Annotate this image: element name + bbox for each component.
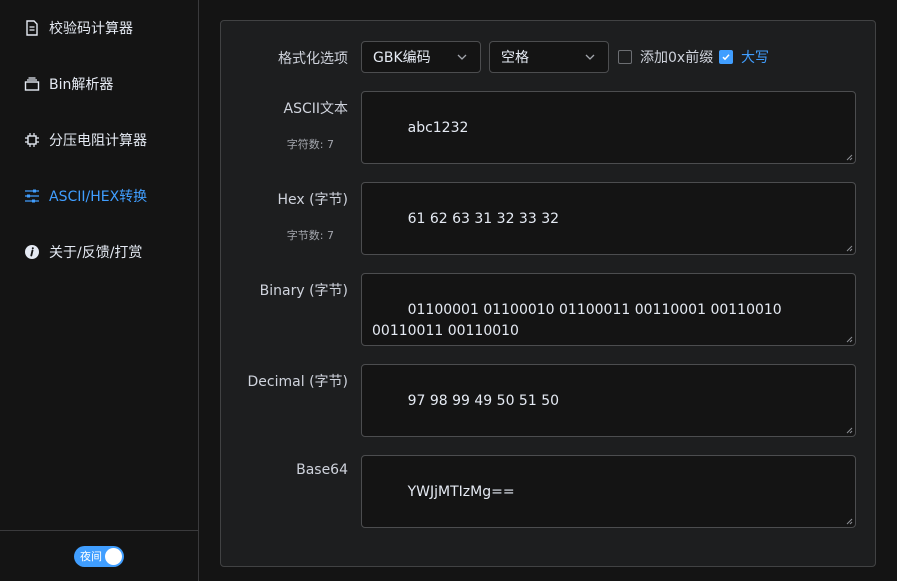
info-icon — [24, 244, 40, 260]
sidebar-item-about[interactable]: 关于/反馈/打赏 — [0, 224, 198, 280]
sidebar: 校验码计算器 Bin解析器 分压电阻计算器 ASCII/HEX转换 关于/反馈/… — [0, 0, 199, 581]
sidebar-footer: 夜间 — [0, 530, 198, 581]
base64-textarea[interactable]: YWJjMTIzMg== — [361, 455, 856, 528]
resize-grip-icon[interactable] — [845, 335, 853, 343]
prefix-0x-label: 添加0x前缀 — [640, 50, 714, 66]
sidebar-item-label: ASCII/HEX转换 — [49, 189, 148, 205]
night-mode-toggle[interactable]: 夜间 — [74, 545, 124, 567]
binary-label: Binary (字节) — [259, 283, 348, 299]
format-options-label: 格式化选项 — [278, 51, 348, 67]
encoding-value: GBK编码 — [373, 50, 431, 66]
sliders-icon — [24, 188, 40, 204]
decimal-textarea[interactable]: 97 98 99 49 50 51 50 — [361, 364, 856, 437]
resize-grip-icon[interactable] — [845, 153, 853, 161]
resize-grip-icon[interactable] — [845, 244, 853, 252]
ascii-textarea[interactable]: abc1232 — [361, 91, 856, 164]
hex-label: Hex (字节) — [277, 192, 348, 208]
check-icon — [722, 54, 730, 61]
decimal-label: Decimal (字节) — [247, 374, 348, 390]
hex-byte-count: 字节数: 7 — [286, 229, 334, 242]
uppercase-checkbox[interactable]: 大写 — [719, 41, 769, 73]
base64-label: Base64 — [296, 462, 348, 478]
sidebar-item-voltage-divider[interactable]: 分压电阻计算器 — [0, 112, 198, 168]
hex-textarea[interactable]: 61 62 63 31 32 33 32 — [361, 182, 856, 255]
separator-value: 空格 — [501, 50, 529, 66]
encoding-select[interactable]: GBK编码 — [361, 41, 481, 73]
stack-icon — [24, 76, 40, 92]
night-mode-label: 夜间 — [80, 550, 102, 563]
ascii-value: abc1232 — [407, 120, 469, 136]
sidebar-item-label: Bin解析器 — [49, 77, 114, 93]
sidebar-item-label: 分压电阻计算器 — [49, 133, 147, 149]
uppercase-label: 大写 — [741, 50, 769, 66]
binary-textarea[interactable]: 01100001 01100010 01100011 00110001 0011… — [361, 273, 856, 346]
sidebar-item-bin-parser[interactable]: Bin解析器 — [0, 56, 198, 112]
checkbox-box[interactable] — [719, 50, 733, 64]
chip-icon — [24, 132, 40, 148]
prefix-0x-checkbox[interactable]: 添加0x前缀 — [618, 41, 713, 73]
base64-value: YWJjMTIzMg== — [407, 484, 515, 500]
sidebar-item-checksum-calculator[interactable]: 校验码计算器 — [0, 0, 198, 56]
sidebar-item-label: 校验码计算器 — [49, 21, 133, 37]
resize-grip-icon[interactable] — [845, 426, 853, 434]
document-icon — [24, 20, 40, 36]
app-window: 校验码计算器 Bin解析器 分压电阻计算器 ASCII/HEX转换 关于/反馈/… — [0, 0, 897, 581]
chevron-down-icon — [585, 54, 595, 60]
ascii-char-count: 字符数: 7 — [286, 138, 334, 151]
binary-value: 01100001 01100010 01100011 00110001 0011… — [372, 302, 787, 339]
resize-grip-icon[interactable] — [845, 517, 853, 525]
sidebar-item-ascii-hex[interactable]: ASCII/HEX转换 — [0, 168, 198, 224]
converter-card: 格式化选项 GBK编码 空格 添加0x前缀 大写 ASCII文本 字符数: 7 … — [220, 20, 876, 567]
main-content: 格式化选项 GBK编码 空格 添加0x前缀 大写 ASCII文本 字符数: 7 … — [200, 0, 897, 581]
chevron-down-icon — [457, 54, 467, 60]
checkbox-box[interactable] — [618, 50, 632, 64]
hex-value: 61 62 63 31 32 33 32 — [407, 211, 560, 227]
toggle-knob — [105, 547, 122, 565]
decimal-value: 97 98 99 49 50 51 50 — [407, 393, 560, 409]
ascii-label: ASCII文本 — [283, 101, 349, 117]
separator-select[interactable]: 空格 — [489, 41, 609, 73]
sidebar-item-label: 关于/反馈/打赏 — [49, 245, 143, 261]
